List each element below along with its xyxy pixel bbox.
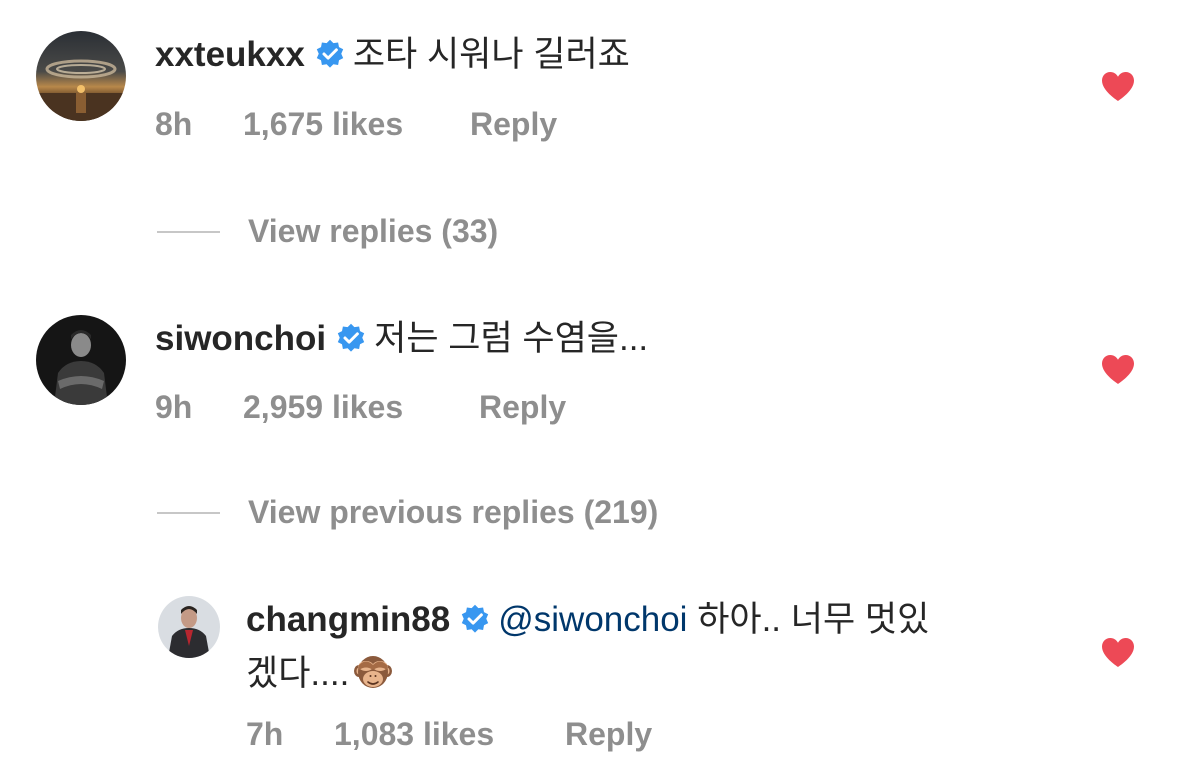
avatar[interactable] [158,596,220,658]
likes-count[interactable]: 1,083 likes [334,716,494,753]
username[interactable]: changmin88 [246,600,450,639]
mention-link[interactable]: @siwonchoi [498,600,687,639]
timestamp: 7h [246,716,284,752]
reply-changmin88: changmin88 @siwonchoi 하아.. 너무 멋있 겠다.... 7… [0,0,1200,781]
comment-text-line1: 하아.. 너무 멋있 [697,600,930,639]
comment-line-2: 겠다.... [246,650,393,698]
verified-badge-icon [460,604,490,634]
like-heart-icon[interactable] [1100,636,1136,668]
comment-line: changmin88 @siwonchoi 하아.. 너무 멋있 [246,596,929,644]
see-no-evil-monkey-icon [353,651,393,691]
reply-button[interactable]: Reply [565,716,652,753]
avatar-person-image [158,596,220,658]
comment-text-line2: 겠다.... [246,654,350,693]
